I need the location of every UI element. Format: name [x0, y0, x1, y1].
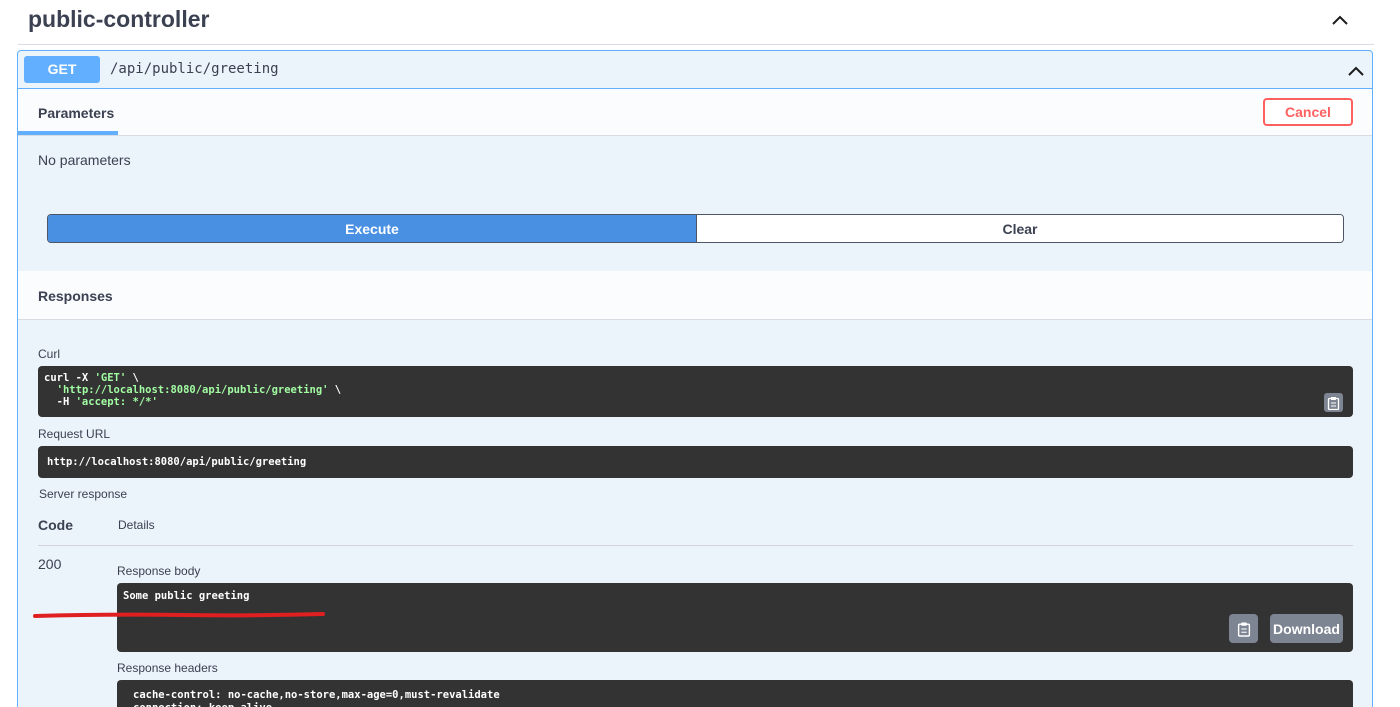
- no-parameters-text: No parameters: [38, 152, 131, 168]
- clear-button[interactable]: Clear: [696, 215, 1343, 242]
- response-body-label: Response body: [117, 564, 201, 578]
- execute-wrapper: Execute Clear: [47, 214, 1344, 243]
- curl-command[interactable]: curl -X 'GET' \ 'http://localhost:8080/a…: [38, 366, 1353, 417]
- curl-accept: 'accept: */*': [75, 396, 158, 408]
- server-response-label: Server response: [39, 487, 128, 501]
- curl-line1-tail: \: [126, 372, 139, 384]
- tag-title: public-controller: [28, 6, 210, 32]
- tag-header[interactable]: public-controller: [18, 0, 1374, 45]
- copy-body-button[interactable]: [1229, 614, 1258, 643]
- curl-line3: -H: [44, 396, 76, 408]
- response-headers[interactable]: cache-control: no-cache,no-store,max-age…: [117, 680, 1353, 707]
- download-button[interactable]: Download: [1270, 614, 1343, 643]
- curl-url: 'http://localhost:8080/api/public/greeti…: [56, 384, 329, 396]
- chevron-up-icon[interactable]: [1330, 10, 1350, 30]
- red-underline-annotation: [33, 612, 325, 618]
- operation-path: /api/public/greeting: [110, 61, 279, 77]
- tab-parameters[interactable]: Parameters: [38, 105, 114, 121]
- curl-method: 'GET': [94, 372, 127, 384]
- method-badge: GET: [24, 56, 100, 83]
- cancel-button[interactable]: Cancel: [1263, 98, 1353, 126]
- request-url-label: Request URL: [38, 427, 111, 441]
- operation-block: GET /api/public/greeting Parameters Canc…: [17, 50, 1373, 707]
- copy-curl-button[interactable]: [1324, 393, 1343, 412]
- operation-summary[interactable]: GET /api/public/greeting: [18, 51, 1372, 89]
- execute-button[interactable]: Execute: [48, 215, 696, 242]
- parameters-tabbar: Parameters Cancel: [18, 89, 1372, 136]
- code-column-header: Code: [38, 517, 73, 533]
- responses-title: Responses: [38, 288, 113, 304]
- curl-line1: curl -X: [44, 372, 95, 384]
- response-table-header: Code Details: [38, 516, 1353, 546]
- responses-header: Responses: [18, 271, 1372, 320]
- response-body-text: Some public greeting: [123, 590, 250, 602]
- clipboard-icon: [1237, 622, 1250, 637]
- details-column-header: Details: [118, 518, 155, 532]
- status-code: 200: [38, 556, 62, 572]
- chevron-up-icon[interactable]: [1346, 61, 1366, 81]
- request-url[interactable]: http://localhost:8080/api/public/greetin…: [38, 446, 1353, 478]
- curl-line2-tail: \: [328, 384, 342, 396]
- curl-label: Curl: [38, 347, 61, 361]
- tab-active-indicator: [18, 131, 118, 135]
- response-headers-label: Response headers: [117, 661, 218, 675]
- clipboard-icon: [1327, 396, 1340, 410]
